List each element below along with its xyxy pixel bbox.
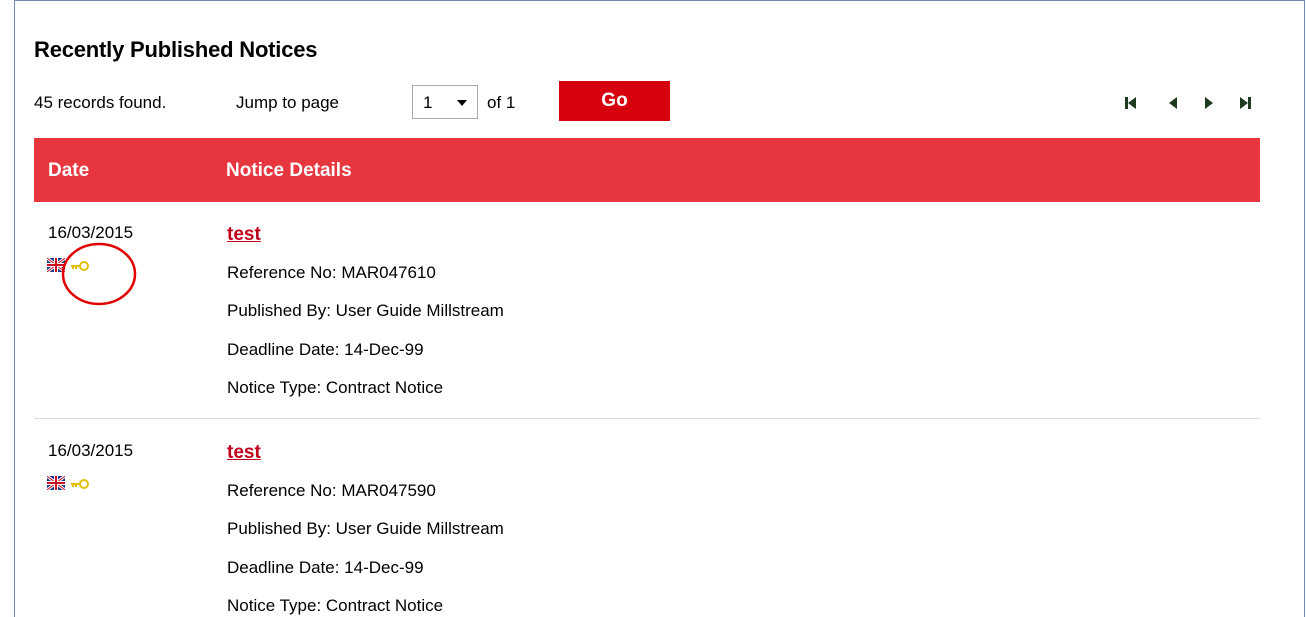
notices-panel: Recently Published Notices 45 records fo… xyxy=(14,0,1305,617)
column-header-date: Date xyxy=(48,160,90,181)
notice-publisher: Published By: User Guide Millstream xyxy=(227,301,504,320)
table-header: Date Notice Details xyxy=(34,138,1260,202)
table-row: 16/03/2015 test Reference No: MAR047610 … xyxy=(34,223,1260,408)
chevron-down-icon xyxy=(457,100,467,106)
uk-flag-icon xyxy=(47,258,65,272)
notice-deadline: Deadline Date: 14-Dec-99 xyxy=(227,558,424,577)
notice-title-link[interactable]: test xyxy=(227,224,261,246)
column-header-notice-details: Notice Details xyxy=(226,160,352,181)
page-select-value: 1 xyxy=(423,93,433,112)
row-divider xyxy=(34,418,1260,419)
notice-reference: Reference No: MAR047590 xyxy=(227,481,436,500)
notice-publisher: Published By: User Guide Millstream xyxy=(227,519,504,538)
notice-type: Notice Type: Contract Notice xyxy=(227,378,444,397)
pagination-toolbar: 45 records found. Jump to page 1 of 1 Go xyxy=(34,81,1260,123)
table-row: 16/03/2015 test Reference No: MAR047590 … xyxy=(34,441,1260,617)
previous-page-icon[interactable] xyxy=(1165,95,1181,111)
records-count: 45 records found. xyxy=(34,93,167,112)
last-page-icon[interactable] xyxy=(1237,95,1253,111)
notice-title-link[interactable]: test xyxy=(227,442,261,464)
notice-deadline: Deadline Date: 14-Dec-99 xyxy=(227,340,424,359)
jump-to-page-label: Jump to page xyxy=(236,93,340,112)
next-page-icon[interactable] xyxy=(1201,95,1217,111)
notice-date: 16/03/2015 xyxy=(48,223,134,242)
notice-type: Notice Type: Contract Notice xyxy=(227,596,444,615)
key-icon xyxy=(71,479,89,489)
notice-reference: Reference No: MAR047610 xyxy=(227,263,436,282)
notice-date: 16/03/2015 xyxy=(48,441,134,460)
uk-flag-icon xyxy=(47,476,65,490)
page-total: of 1 xyxy=(487,93,516,112)
page-title: Recently Published Notices xyxy=(34,37,318,62)
first-page-icon[interactable] xyxy=(1123,95,1139,111)
page-select[interactable]: 1 xyxy=(412,85,478,119)
go-button[interactable]: Go xyxy=(559,81,670,121)
key-icon xyxy=(71,261,89,271)
